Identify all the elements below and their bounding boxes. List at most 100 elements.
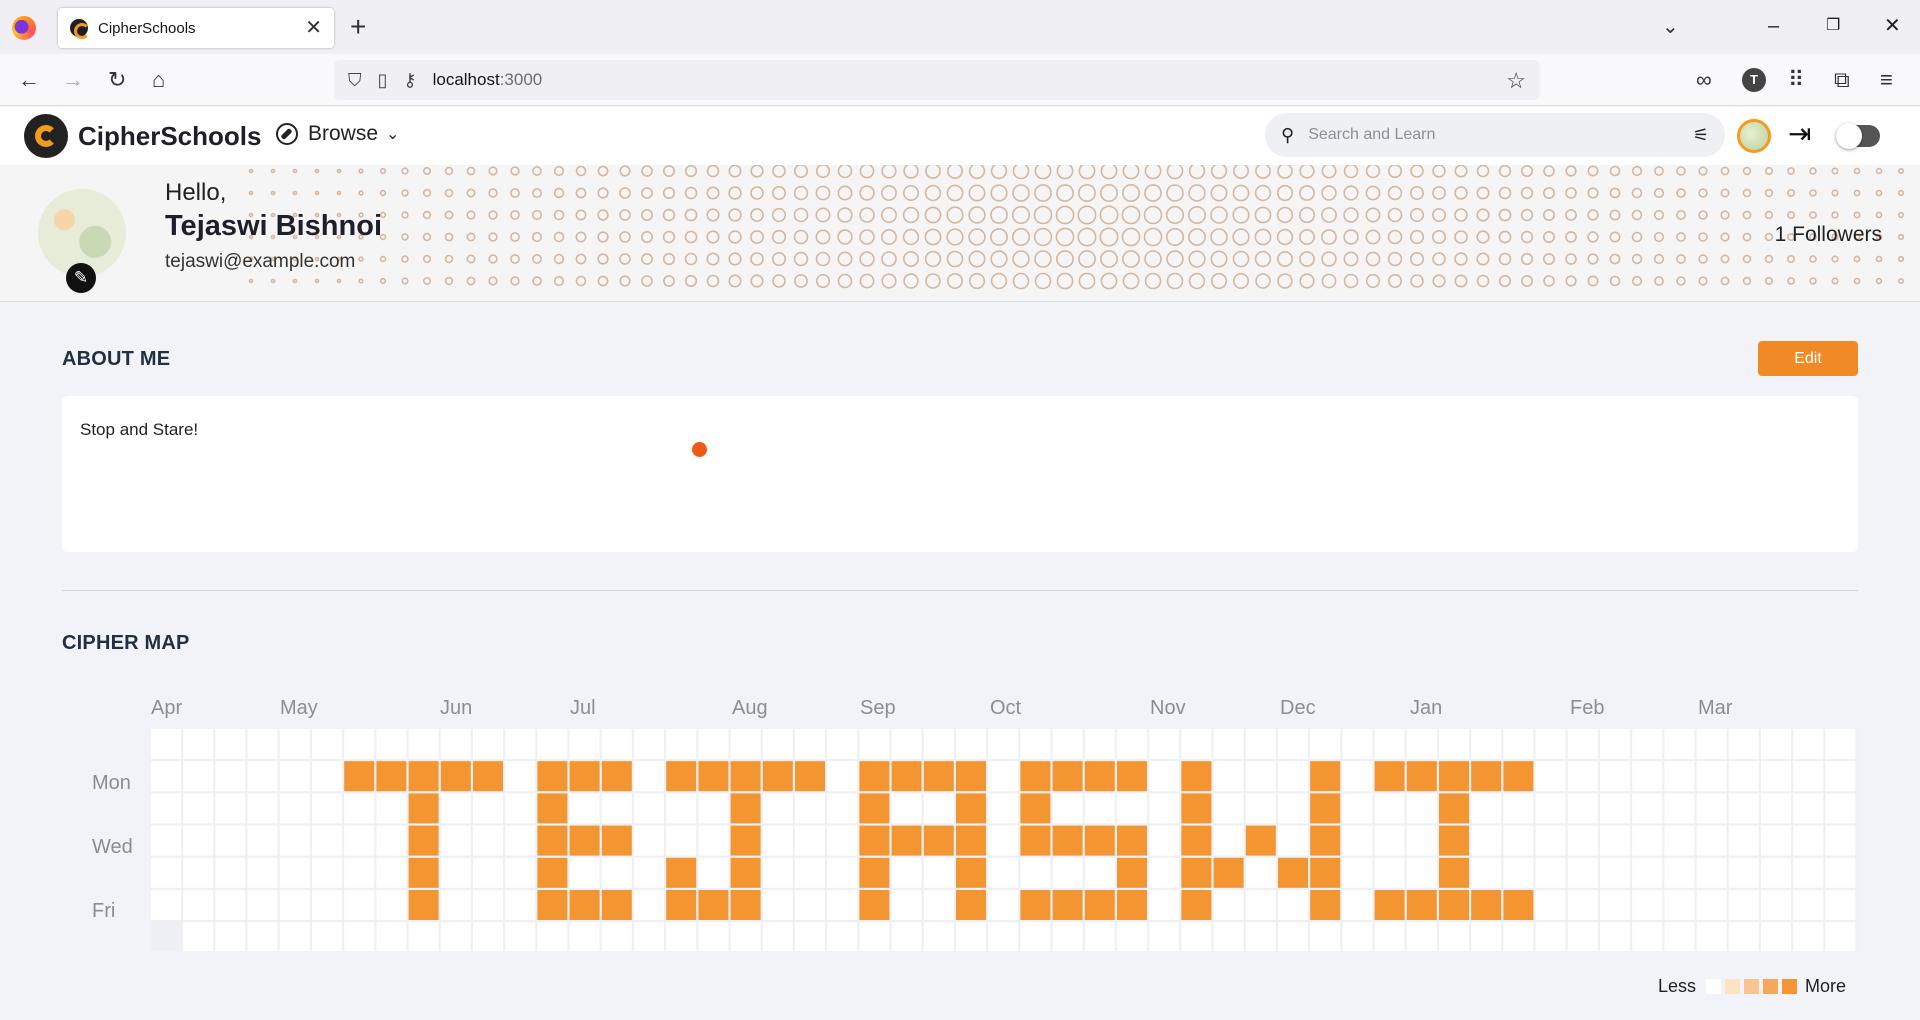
heatmap-cell[interactable] — [795, 890, 825, 920]
heatmap-cell[interactable] — [1761, 890, 1791, 920]
heatmap-cell[interactable] — [183, 922, 214, 951]
heatmap-cell[interactable] — [1149, 922, 1180, 951]
heatmap-cell[interactable] — [1310, 922, 1341, 951]
heatmap-cell[interactable] — [1793, 922, 1824, 951]
heatmap-cell[interactable] — [1310, 857, 1341, 888]
heatmap-cell[interactable] — [1406, 890, 1437, 920]
heatmap-cell[interactable] — [1567, 890, 1598, 920]
heatmap-cell[interactable] — [505, 761, 536, 792]
heatmap-cell[interactable] — [247, 857, 278, 888]
heatmap-cell[interactable] — [312, 761, 342, 792]
heatmap-cell[interactable] — [183, 890, 214, 920]
heatmap-cell[interactable] — [859, 922, 890, 951]
heatmap-cell[interactable] — [1084, 890, 1115, 920]
heatmap-cell[interactable] — [666, 761, 697, 792]
heatmap-cell[interactable] — [1213, 729, 1244, 759]
cipherschools-logo-icon[interactable] — [24, 114, 68, 158]
heatmap-cell[interactable] — [408, 890, 439, 920]
heatmap-cell[interactable] — [1245, 729, 1276, 759]
heatmap-cell[interactable] — [1761, 857, 1791, 888]
heatmap-cell[interactable] — [795, 793, 825, 824]
heatmap-cell[interactable] — [1503, 857, 1534, 888]
heatmap-cell[interactable] — [1052, 890, 1083, 920]
followers-count[interactable]: 1 Followers — [1775, 223, 1882, 247]
heatmap-cell[interactable] — [1696, 922, 1727, 951]
heatmap-cell[interactable] — [1825, 825, 1856, 856]
heatmap-cell[interactable] — [1632, 793, 1663, 824]
forward-arrow-icon[interactable]: → — [62, 66, 84, 94]
heatmap-cell[interactable] — [1761, 761, 1791, 792]
heatmap-cell[interactable] — [923, 825, 954, 856]
heatmap-cell[interactable] — [1535, 729, 1566, 759]
heatmap-cell[interactable] — [1632, 825, 1663, 856]
heatmap-cell[interactable] — [1245, 761, 1276, 792]
heatmap-cell[interactable] — [1728, 793, 1759, 824]
heatmap-cell[interactable] — [1600, 825, 1630, 856]
heatmap-cell[interactable] — [1117, 761, 1147, 792]
heatmap-cell[interactable] — [1535, 857, 1566, 888]
heatmap-cell[interactable] — [1471, 857, 1502, 888]
heatmap-cell[interactable] — [795, 729, 825, 759]
heatmap-cell[interactable] — [1600, 857, 1630, 888]
heatmap-cell[interactable] — [1503, 922, 1534, 951]
heatmap-cell[interactable] — [1793, 825, 1824, 856]
heatmap-cell[interactable] — [344, 825, 375, 856]
heatmap-cell[interactable] — [666, 729, 697, 759]
heatmap-cell[interactable] — [1117, 857, 1147, 888]
heatmap-cell[interactable] — [1632, 729, 1663, 759]
heatmap-cell[interactable] — [1728, 857, 1759, 888]
heatmap-cell[interactable] — [569, 825, 600, 856]
heatmap-cell[interactable] — [1825, 793, 1856, 824]
heatmap-cell[interactable] — [1020, 890, 1051, 920]
heatmap-cell[interactable] — [762, 922, 793, 951]
heatmap-cell[interactable] — [956, 922, 986, 951]
heatmap-cell[interactable] — [1664, 922, 1695, 951]
heatmap-cell[interactable] — [151, 761, 181, 792]
key-icon[interactable]: ⚷ — [403, 70, 416, 91]
heatmap-cell[interactable] — [408, 729, 439, 759]
heatmap-cell[interactable] — [827, 761, 858, 792]
heatmap-cell[interactable] — [151, 825, 181, 856]
heatmap-cell[interactable] — [279, 857, 310, 888]
heatmap-cell[interactable] — [1439, 729, 1469, 759]
heatmap-cell[interactable] — [215, 761, 246, 792]
close-tab-icon[interactable]: ✕ — [305, 18, 322, 38]
heatmap-cell[interactable] — [1374, 825, 1405, 856]
heatmap-cell[interactable] — [1600, 793, 1630, 824]
heatmap-cell[interactable] — [1245, 793, 1276, 824]
heatmap-cell[interactable] — [1503, 890, 1534, 920]
heatmap-cell[interactable] — [1728, 825, 1759, 856]
heatmap-cell[interactable] — [923, 857, 954, 888]
heatmap-cell[interactable] — [1342, 857, 1373, 888]
heatmap-cell[interactable] — [1020, 793, 1051, 824]
heatmap-cell[interactable] — [1149, 761, 1180, 792]
heatmap-cell[interactable] — [183, 761, 214, 792]
heatmap-cell[interactable] — [827, 922, 858, 951]
heatmap-cell[interactable] — [1471, 729, 1502, 759]
heatmap-cell[interactable] — [344, 793, 375, 824]
heatmap-cell[interactable] — [569, 729, 600, 759]
heatmap-cell[interactable] — [537, 857, 568, 888]
heatmap-cell[interactable] — [473, 890, 503, 920]
heatmap-cell[interactable] — [312, 922, 342, 951]
heatmap-cell[interactable] — [1793, 761, 1824, 792]
heatmap-cell[interactable] — [1825, 857, 1856, 888]
heatmap-cell[interactable] — [1439, 825, 1469, 856]
heatmap-cell[interactable] — [376, 922, 407, 951]
heatmap-cell[interactable] — [312, 857, 342, 888]
heatmap-cell[interactable] — [634, 729, 664, 759]
heatmap-cell[interactable] — [666, 922, 697, 951]
heatmap-cell[interactable] — [1696, 729, 1727, 759]
heatmap-cell[interactable] — [827, 890, 858, 920]
heatmap-cell[interactable] — [279, 729, 310, 759]
heatmap-cell[interactable] — [601, 825, 632, 856]
heatmap-cell[interactable] — [795, 922, 825, 951]
heatmap-cell[interactable] — [1342, 761, 1373, 792]
heatmap-cell[interactable] — [408, 825, 439, 856]
heatmap-cell[interactable] — [1374, 922, 1405, 951]
heatmap-cell[interactable] — [1471, 922, 1502, 951]
heatmap-cell[interactable] — [698, 761, 729, 792]
heatmap-cell[interactable] — [183, 729, 214, 759]
heatmap-cell[interactable] — [1664, 857, 1695, 888]
heatmap-cell[interactable] — [859, 793, 890, 824]
